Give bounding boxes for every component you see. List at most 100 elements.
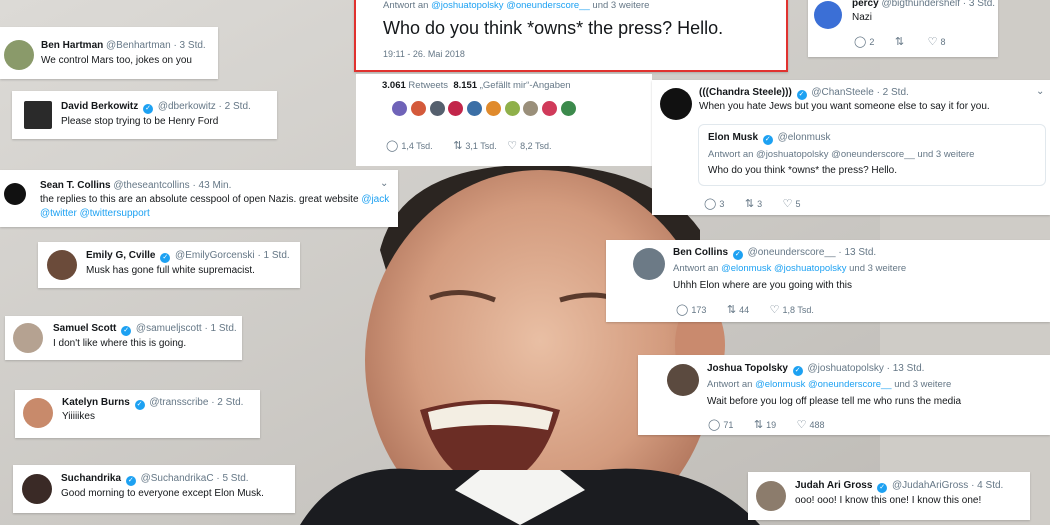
retweets-count[interactable]: 3.061 xyxy=(382,80,406,91)
author-name[interactable]: Suchandrika xyxy=(61,473,121,484)
avatar[interactable] xyxy=(667,364,699,396)
tweet-time[interactable]: · 5 Std. xyxy=(216,473,248,484)
avatar[interactable] xyxy=(561,101,577,116)
tweet-katelyn-burns[interactable]: Katelyn Burns ✓ @transscribe · 2 Std. Yi… xyxy=(15,390,260,438)
author-handle[interactable]: @theseantcollins xyxy=(113,180,189,191)
avatar[interactable] xyxy=(13,323,43,353)
avatar[interactable] xyxy=(756,481,786,511)
mention-link[interactable]: @twittersupport xyxy=(80,208,150,219)
author-handle[interactable]: @ChanSteele xyxy=(811,87,873,98)
avatar[interactable] xyxy=(392,101,407,116)
tweet-time[interactable]: · 2 Std. xyxy=(877,87,909,98)
author-handle[interactable]: @SuchandrikaC xyxy=(141,473,214,484)
tweet-samuel-scott[interactable]: Samuel Scott ✓ @samueljscott · 1 Std. I … xyxy=(5,316,242,360)
quoted-author-name[interactable]: Elon Musk xyxy=(708,132,758,143)
retweet-button[interactable]: ⇅ 3,1 Tsd. xyxy=(453,139,497,152)
avatar[interactable] xyxy=(24,101,52,129)
retweet-button[interactable]: ⇅ 44 xyxy=(727,303,749,316)
reply-mentions[interactable]: @joshuatopolsky @oneunderscore__ xyxy=(431,0,590,11)
author-handle[interactable]: @transscribe xyxy=(149,397,208,408)
avatar[interactable] xyxy=(504,101,520,116)
tweet-david-berkowitz[interactable]: David Berkowitz ✓ @dberkowitz · 2 Std. P… xyxy=(12,91,277,139)
reply-button[interactable]: ◯ 173 xyxy=(676,303,706,316)
retweet-button[interactable]: ⇅ 19 xyxy=(754,418,776,431)
tweet-percy[interactable]: percy @bigthundershelf · 3 Std. Nazi ◯ 2 … xyxy=(808,0,998,57)
author-name[interactable]: Ben Collins xyxy=(673,247,728,258)
tweet-joshua-topolsky[interactable]: Joshua Topolsky ✓ @joshuatopolsky · 13 S… xyxy=(638,355,1050,435)
avatar[interactable] xyxy=(448,101,464,116)
avatar[interactable] xyxy=(429,101,445,116)
reply-mentions[interactable]: @elonmusk @joshuatopolsky xyxy=(721,263,846,274)
reply-more[interactable]: und 3 weitere xyxy=(894,379,951,390)
avatar[interactable] xyxy=(4,183,26,205)
chevron-down-icon[interactable]: ⌄ xyxy=(1036,86,1044,97)
tweet-ben-hartman[interactable]: Ben Hartman @Benhartman · 3 Std. We cont… xyxy=(0,27,218,79)
author-name[interactable]: Emily G, Cville xyxy=(86,250,155,261)
tweet-time[interactable]: · 43 Min. xyxy=(192,180,231,191)
like-button[interactable]: ♡ 488 xyxy=(797,418,825,431)
avatar[interactable] xyxy=(4,40,34,70)
author-name[interactable]: Samuel Scott xyxy=(53,323,116,334)
tweet-emily[interactable]: Emily G, Cville ✓ @EmilyGorcenski · 1 St… xyxy=(38,242,300,288)
retweet-button[interactable]: ⇅ 3 xyxy=(745,197,762,210)
author-name[interactable]: Judah Ari Gross xyxy=(795,480,872,491)
like-button[interactable]: ♡ 8,2 Tsd. xyxy=(507,139,551,152)
tweet-time[interactable]: · 13 Std. xyxy=(838,247,876,258)
reply-button[interactable]: ◯ 71 xyxy=(708,418,733,431)
retweet-button[interactable]: ⇅ xyxy=(895,35,907,48)
tweet-time[interactable]: · 4 Std. xyxy=(971,480,1003,491)
author-handle[interactable]: @joshuatopolsky xyxy=(808,363,884,374)
avatar[interactable] xyxy=(523,101,539,116)
avatar[interactable] xyxy=(467,101,483,116)
avatar[interactable] xyxy=(660,88,692,120)
likes-label[interactable]: „Gefällt mir“-Angaben xyxy=(480,80,571,91)
author-name[interactable]: Sean T. Collins xyxy=(40,180,111,191)
quoted-tweet[interactable]: Elon Musk ✓ @elonmusk Antwort an @joshua… xyxy=(698,124,1046,186)
tweet-suchandrika[interactable]: Suchandrika ✓ @SuchandrikaC · 5 Std. Goo… xyxy=(13,465,295,513)
author-handle[interactable]: @Benhartman xyxy=(106,40,171,51)
main-tweet-card[interactable]: Antwort an @joshuatopolsky @oneunderscor… xyxy=(354,0,788,72)
tweet-time[interactable]: · 2 Std. xyxy=(211,397,243,408)
reply-button[interactable]: ◯ 1,4 Tsd. xyxy=(386,139,433,152)
author-name[interactable]: David Berkowitz xyxy=(61,101,138,112)
like-button[interactable]: ♡ 8 xyxy=(928,35,946,48)
author-name[interactable]: percy xyxy=(852,0,879,9)
like-button[interactable]: ♡ 1,8 Tsd. xyxy=(770,303,814,316)
avatar[interactable] xyxy=(410,101,426,116)
author-handle[interactable]: @JudahAriGross xyxy=(892,480,968,491)
likes-count[interactable]: 8.151 xyxy=(453,80,477,91)
tweet-judah-ari-gross[interactable]: Judah Ari Gross ✓ @JudahAriGross · 4 Std… xyxy=(748,472,1030,520)
avatar[interactable] xyxy=(47,250,77,280)
tweet-time[interactable]: · 3 Std. xyxy=(963,0,995,9)
avatar[interactable] xyxy=(485,101,501,116)
chevron-down-icon[interactable]: ⌄ xyxy=(380,178,388,189)
reply-button[interactable]: ◯ 3 xyxy=(704,197,724,210)
author-name[interactable]: (((Chandra Steele))) xyxy=(699,87,792,98)
author-name[interactable]: Katelyn Burns xyxy=(62,397,130,408)
tweet-time[interactable]: · 13 Std. xyxy=(887,363,925,374)
mention-link[interactable]: @jack xyxy=(361,194,389,205)
retweets-label[interactable]: Retweets xyxy=(408,80,448,91)
author-handle[interactable]: @dberkowitz xyxy=(158,101,216,112)
tweet-chandra-steele[interactable]: (((Chandra Steele))) ✓ @ChanSteele · 2 S… xyxy=(652,80,1050,215)
author-handle[interactable]: @oneunderscore__ xyxy=(748,247,836,258)
avatar[interactable] xyxy=(633,248,665,280)
reply-button[interactable]: ◯ 2 xyxy=(854,35,874,48)
author-handle[interactable]: @samueljscott xyxy=(136,323,202,334)
tweet-time[interactable]: · 2 Std. xyxy=(219,101,251,112)
author-handle[interactable]: @EmilyGorcenski xyxy=(175,250,255,261)
reply-more[interactable]: und 3 weitere xyxy=(592,0,649,11)
tweet-time[interactable]: · 3 Std. xyxy=(173,40,205,51)
reply-mentions[interactable]: @elonmusk @oneunderscore__ xyxy=(755,379,892,390)
tweet-ben-collins[interactable]: Ben Collins ✓ @oneunderscore__ · 13 Std.… xyxy=(606,240,1050,322)
avatar[interactable] xyxy=(814,1,842,29)
tweet-time[interactable]: · 1 Std. xyxy=(204,323,236,334)
like-button[interactable]: ♡ 5 xyxy=(783,197,801,210)
author-name[interactable]: Ben Hartman xyxy=(41,40,103,51)
reply-more[interactable]: und 3 weitere xyxy=(849,263,906,274)
avatar[interactable] xyxy=(542,101,558,116)
quoted-author-handle[interactable]: @elonmusk xyxy=(778,132,831,143)
avatar[interactable] xyxy=(22,474,52,504)
author-name[interactable]: Joshua Topolsky xyxy=(707,363,788,374)
mention-link[interactable]: @twitter xyxy=(40,208,77,219)
